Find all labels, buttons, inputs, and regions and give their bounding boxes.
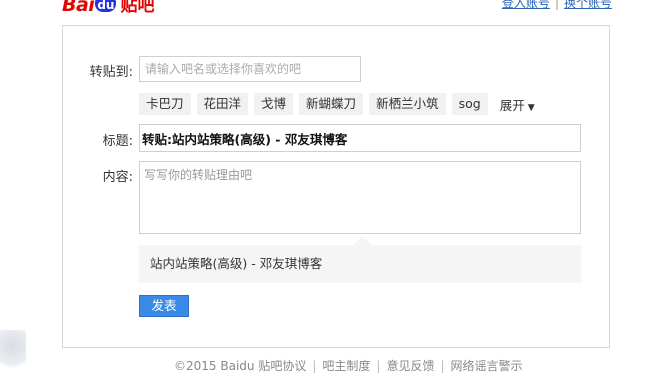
chevron-down-icon: ▼ [527,102,535,113]
forum-tag[interactable]: sog [451,93,488,115]
forum-tag[interactable]: 新栖兰小筑 [369,93,446,115]
forum-tag[interactable]: 卡巴刀 [139,93,191,115]
switch-account-link[interactable]: 换个账号 [564,0,612,10]
background-decoration [0,330,26,370]
quoted-post-preview: 站内站策略(高级) - 邓友琪博客 [139,236,581,283]
forum-tag-list: 卡巴刀 花田洋 戈博 新蝴蝶刀 新栖兰小筑 sog 展开 ▼ [139,93,535,115]
logo-tieba: 贴吧 [120,0,155,16]
copyright-text: ©2015 Baidu [174,359,255,373]
publish-button[interactable]: 发表 [139,295,189,317]
login-link[interactable]: 登入账号 [502,0,550,10]
content-label: 内容: [102,170,133,185]
content-textarea[interactable] [139,161,581,234]
forum-label: 转贴到: [89,65,133,80]
expand-label: 展开 [499,97,525,113]
title-input[interactable] [139,124,581,152]
title-label: 标题: [102,134,133,149]
footer-link-moderator-rules[interactable]: 吧主制度 [322,359,370,373]
forum-tag[interactable]: 新蝴蝶刀 [299,93,364,115]
forum-tag[interactable]: 戈博 [254,93,294,115]
link-separator: | [554,0,559,10]
logo-du-paw: du [95,0,117,12]
account-links: 登入账号 | 换个账号 [502,0,612,11]
quote-pointer-arrow [353,236,371,245]
quoted-post-title: 站内站策略(高级) - 邓友琪博客 [150,256,323,271]
expand-tags-button[interactable]: 展开 ▼ [500,95,535,114]
footer-link-agreement[interactable]: 贴吧协议 [258,359,306,373]
forum-tag[interactable]: 花田洋 [196,93,249,115]
forum-name-input[interactable] [139,56,361,82]
footer-link-rumor-warning[interactable]: 网络谣言警示 [451,359,523,373]
logo-bai: Bai [62,0,95,16]
repost-panel: 转贴到: 卡巴刀 花田洋 戈博 新蝴蝶刀 新栖兰小筑 sog 展开▼ 标题: 内… [62,25,610,348]
page-footer: ©2015 Baidu 贴吧协议 | 吧主制度 | 意见反馈 | 网络谣言警示 [174,359,523,373]
footer-link-feedback[interactable]: 意见反馈 [386,359,434,373]
baidu-tieba-logo[interactable]: Bai du 贴吧 [62,0,154,16]
